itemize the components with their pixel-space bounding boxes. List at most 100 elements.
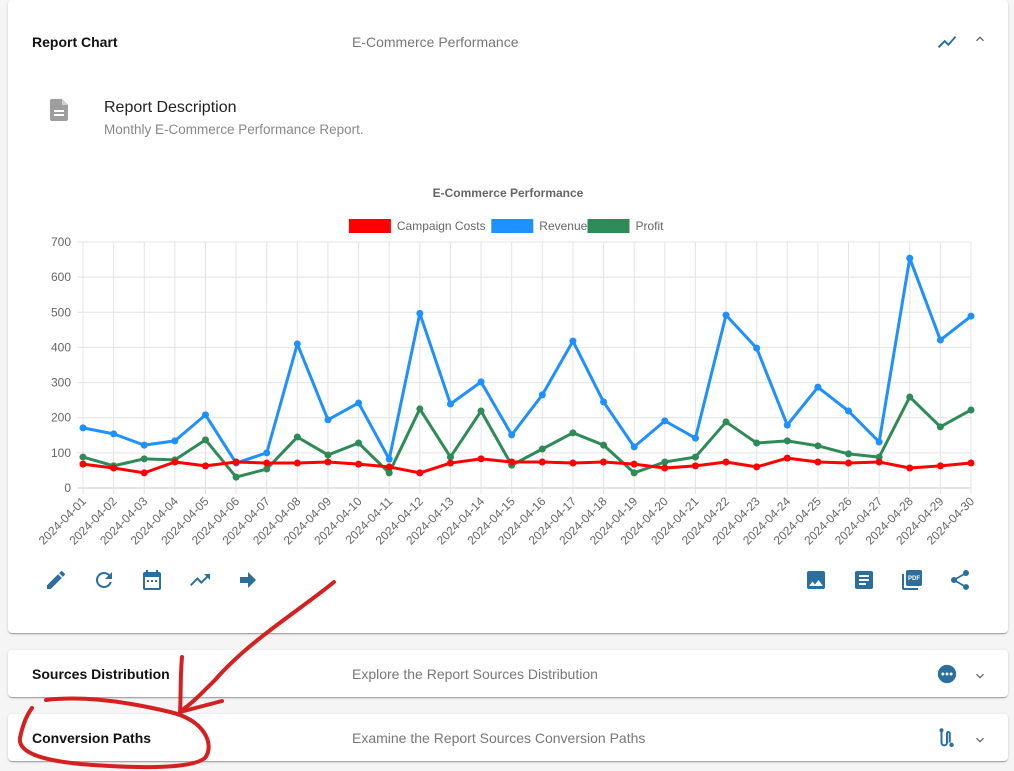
refresh-icon[interactable] bbox=[92, 568, 116, 592]
data-point bbox=[691, 434, 699, 442]
sources-distribution-header[interactable]: Sources Distribution Explore the Report … bbox=[8, 650, 1008, 697]
data-point bbox=[753, 344, 761, 352]
data-point bbox=[845, 407, 853, 415]
data-point bbox=[416, 309, 424, 317]
section-title: Sources Distribution bbox=[32, 666, 170, 682]
data-point bbox=[783, 437, 791, 445]
data-point bbox=[906, 464, 914, 472]
data-point bbox=[630, 443, 638, 451]
edit-icon[interactable] bbox=[44, 568, 68, 592]
data-point bbox=[446, 453, 454, 461]
y-tick-label: 400 bbox=[51, 340, 71, 354]
data-point bbox=[79, 453, 87, 461]
data-point bbox=[845, 450, 853, 458]
data-point bbox=[814, 383, 822, 391]
data-point bbox=[936, 462, 944, 470]
svg-text:PDF: PDF bbox=[908, 576, 920, 582]
y-tick-label: 200 bbox=[51, 411, 71, 425]
data-point bbox=[814, 442, 822, 450]
y-tick-label: 500 bbox=[51, 305, 71, 319]
data-point bbox=[783, 454, 791, 462]
legend-label: Campaign Costs bbox=[397, 219, 486, 233]
data-point bbox=[110, 464, 118, 472]
data-point bbox=[446, 400, 454, 408]
y-tick-label: 700 bbox=[51, 235, 71, 249]
data-point bbox=[538, 391, 546, 399]
data-point bbox=[722, 458, 730, 466]
data-point bbox=[538, 445, 546, 453]
image-icon[interactable] bbox=[804, 568, 828, 592]
data-point bbox=[691, 453, 699, 461]
y-tick-label: 300 bbox=[51, 376, 71, 390]
data-point bbox=[201, 436, 209, 444]
data-point bbox=[967, 406, 975, 414]
more-horizontal-circle-icon[interactable] bbox=[936, 663, 958, 685]
data-point bbox=[783, 421, 791, 429]
series-profit bbox=[79, 393, 975, 481]
chevron-down-icon[interactable] bbox=[972, 668, 988, 684]
x-axis-ticks: 2024-04-012024-04-022024-04-032024-04-04… bbox=[36, 494, 978, 548]
data-point bbox=[845, 459, 853, 467]
data-point bbox=[416, 469, 424, 477]
data-point bbox=[538, 458, 546, 466]
calendar-icon[interactable] bbox=[140, 568, 164, 592]
section-subtitle: Examine the Report Sources Conversion Pa… bbox=[352, 730, 646, 746]
data-point bbox=[691, 462, 699, 470]
data-point bbox=[293, 459, 301, 467]
data-point bbox=[140, 469, 148, 477]
route-icon[interactable] bbox=[936, 727, 958, 749]
legend-label: Profit bbox=[636, 219, 665, 233]
data-point bbox=[263, 449, 271, 457]
chevron-down-icon[interactable] bbox=[972, 732, 988, 748]
data-point bbox=[936, 336, 944, 344]
data-point bbox=[79, 424, 87, 432]
data-point bbox=[110, 430, 118, 438]
line-chart: E-Commerce Performance Campaign Costs Rev… bbox=[36, 186, 978, 548]
y-tick-label: 100 bbox=[51, 446, 71, 460]
data-point bbox=[171, 437, 179, 445]
series-revenue bbox=[79, 254, 975, 467]
data-point bbox=[324, 451, 332, 459]
data-point bbox=[508, 431, 516, 439]
pdf-icon[interactable]: PDF bbox=[900, 568, 924, 592]
data-point bbox=[232, 458, 240, 466]
data-point bbox=[171, 458, 179, 466]
data-point bbox=[446, 459, 454, 467]
series-line bbox=[82, 256, 972, 465]
data-point bbox=[508, 458, 516, 466]
data-point bbox=[477, 378, 485, 386]
data-point bbox=[875, 458, 883, 466]
data-point bbox=[201, 411, 209, 419]
data-point bbox=[324, 416, 332, 424]
arrow-right-icon[interactable] bbox=[236, 568, 260, 592]
data-point bbox=[263, 465, 271, 473]
conversion-paths-header[interactable]: Conversion Paths Examine the Report Sour… bbox=[8, 714, 1008, 761]
data-point bbox=[814, 458, 822, 466]
article-icon[interactable] bbox=[852, 568, 876, 592]
data-point bbox=[324, 458, 332, 466]
data-point bbox=[600, 398, 608, 406]
data-point bbox=[477, 455, 485, 463]
legend-label: Revenue bbox=[539, 219, 587, 233]
legend-swatch bbox=[491, 219, 534, 233]
data-point bbox=[967, 312, 975, 320]
data-point bbox=[722, 418, 730, 426]
chart-legend: Campaign Costs Revenue Profit bbox=[348, 219, 665, 233]
data-point bbox=[569, 459, 577, 467]
trending-up-icon[interactable] bbox=[188, 568, 212, 592]
data-point bbox=[140, 455, 148, 463]
y-tick-label: 600 bbox=[51, 270, 71, 284]
data-point bbox=[569, 337, 577, 345]
report-chart-card: Report Chart E-Commerce Performance Repo… bbox=[8, 0, 1008, 633]
section-subtitle: Explore the Report Sources Distribution bbox=[352, 666, 598, 682]
data-point bbox=[753, 463, 761, 471]
data-point bbox=[967, 459, 975, 467]
data-point bbox=[875, 438, 883, 446]
share-icon[interactable] bbox=[948, 568, 972, 592]
data-point bbox=[416, 405, 424, 413]
legend-swatch bbox=[348, 219, 391, 233]
data-point bbox=[140, 441, 148, 449]
y-tick-label: 0 bbox=[64, 481, 71, 495]
data-point bbox=[661, 458, 669, 466]
data-point bbox=[477, 407, 485, 415]
